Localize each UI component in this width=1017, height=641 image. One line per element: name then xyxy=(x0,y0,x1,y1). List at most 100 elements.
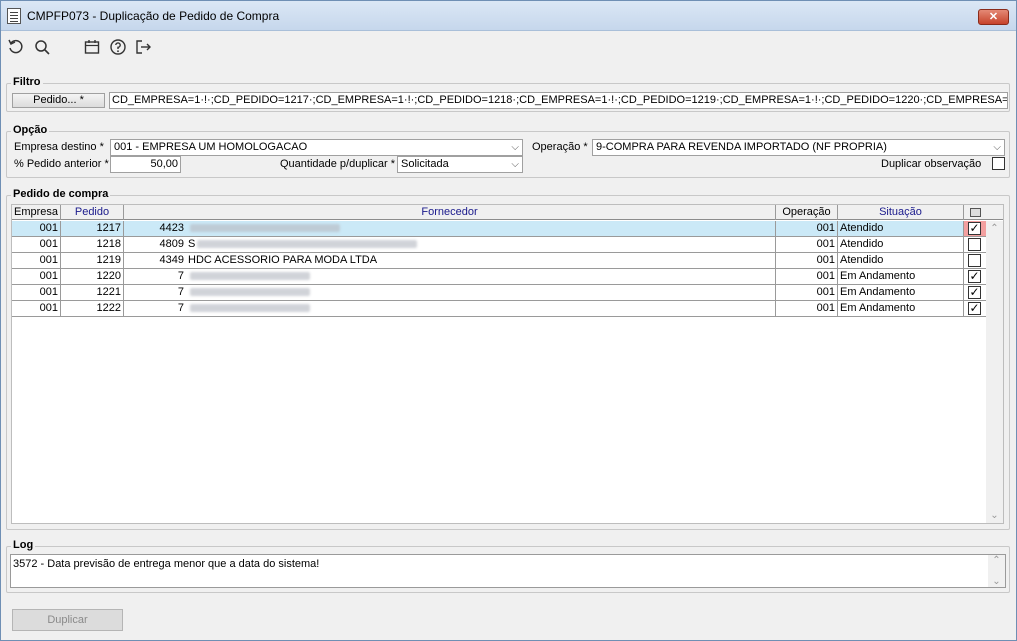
cell-select: ✓ xyxy=(964,285,986,301)
fornecedor-code: 7 xyxy=(177,302,184,314)
cell-fornecedor: 7 xyxy=(124,301,776,317)
fornecedor-code: 7 xyxy=(177,286,184,298)
cell-empresa: 001 xyxy=(12,221,61,237)
fornecedor-code: 4809 xyxy=(159,238,184,250)
col-fornecedor[interactable]: Fornecedor xyxy=(124,205,776,220)
filtro-title: Filtro xyxy=(11,76,43,88)
search-icon[interactable] xyxy=(33,38,51,56)
table-row[interactable]: 001 1218 4809 S 001 Atendido xyxy=(12,237,986,253)
scroll-up-icon[interactable]: ⌃ xyxy=(986,223,1003,234)
refresh-icon[interactable] xyxy=(7,38,25,56)
fornecedor-name: S xyxy=(188,238,196,250)
opcao-title: Opção xyxy=(11,124,50,136)
cell-select xyxy=(964,237,986,253)
close-button[interactable]: ✕ xyxy=(978,9,1009,25)
cell-empresa: 001 xyxy=(12,301,61,317)
operacao-select[interactable]: 9-COMPRA PARA REVENDA IMPORTADO (NF PROP… xyxy=(592,139,1005,156)
chevron-down-icon: ⌵ xyxy=(511,159,519,170)
fornecedor-code: 7 xyxy=(177,270,184,282)
col-operacao[interactable]: Operação xyxy=(776,205,838,220)
pedido-filter-button[interactable]: Pedido... * xyxy=(12,93,105,108)
cell-fornecedor: 7 xyxy=(124,285,776,301)
log-message: 3572 - Data previsão de entrega menor qu… xyxy=(13,558,320,570)
operacao-value: 9-COMPRA PARA REVENDA IMPORTADO (NF PROP… xyxy=(596,141,887,153)
cell-pedido: 1218 xyxy=(61,237,124,253)
cell-empresa: 001 xyxy=(12,237,61,253)
cell-fornecedor: 4349 HDC ACESSORIO PARA MODA LTDA xyxy=(124,253,776,269)
redacted-text xyxy=(190,272,310,281)
cell-operacao: 001 xyxy=(776,221,838,237)
cell-situacao: Em Andamento xyxy=(838,285,964,301)
cell-pedido: 1219 xyxy=(61,253,124,269)
select-all-checkbox[interactable] xyxy=(969,208,981,217)
cell-pedido: 1222 xyxy=(61,301,124,317)
empresa-destino-label: Empresa destino * xyxy=(14,141,104,153)
grid-header: Empresa Pedido Fornecedor Operação Situa… xyxy=(12,205,1003,220)
redacted-text xyxy=(190,224,340,233)
row-checkbox[interactable]: ✓ xyxy=(968,302,981,315)
cell-pedido: 1220 xyxy=(61,269,124,285)
pct-pedido-label: % Pedido anterior * xyxy=(14,158,109,170)
col-situacao[interactable]: Situação xyxy=(838,205,964,220)
table-row[interactable]: 001 1222 7 001 Em Andamento ✓ xyxy=(12,301,986,317)
title-bar: CMPFP073 - Duplicação de Pedido de Compr… xyxy=(1,1,1016,31)
table-row[interactable]: 001 1217 4423 001 Atendido ✓ xyxy=(12,221,986,237)
scroll-down-icon[interactable]: ⌄ xyxy=(988,576,1005,587)
row-checkbox[interactable] xyxy=(968,238,981,251)
cell-empresa: 001 xyxy=(12,285,61,301)
row-checkbox[interactable]: ✓ xyxy=(968,286,981,299)
cell-select: ✓ xyxy=(964,221,986,237)
quantidade-value: Solicitada xyxy=(401,158,449,170)
table-row[interactable]: 001 1219 4349 HDC ACESSORIO PARA MODA LTDA 0… xyxy=(12,253,986,269)
empresa-destino-select[interactable]: 001 - EMPRESA UM HOMOLOGACAO ⌵ xyxy=(110,139,523,156)
cell-fornecedor: 4809 S xyxy=(124,237,776,253)
cell-select: ✓ xyxy=(964,269,986,285)
cell-operacao: 001 xyxy=(776,237,838,253)
col-empresa[interactable]: Empresa xyxy=(12,205,61,220)
cell-situacao: Atendido xyxy=(838,221,964,237)
redacted-text xyxy=(197,240,418,249)
cell-operacao: 001 xyxy=(776,269,838,285)
duplicar-obs-label: Duplicar observação xyxy=(881,158,982,170)
quantidade-label: Quantidade p/duplicar * xyxy=(280,158,395,170)
row-checkbox[interactable]: ✓ xyxy=(968,222,981,235)
calendar-icon[interactable] xyxy=(83,38,101,56)
cell-select: ✓ xyxy=(964,301,986,317)
filter-text-field[interactable]: CD_EMPRESA=1·!·;CD_PEDIDO=1217·;CD_EMPRE… xyxy=(109,92,1008,109)
scroll-up-icon[interactable]: ⌃ xyxy=(988,555,1005,566)
chevron-down-icon: ⌵ xyxy=(993,142,1001,153)
log-text-area[interactable]: 3572 - Data previsão de entrega menor qu… xyxy=(10,554,1006,588)
cell-operacao: 001 xyxy=(776,253,838,269)
cell-empresa: 001 xyxy=(12,269,61,285)
col-select-all[interactable] xyxy=(964,205,986,220)
quantidade-select[interactable]: Solicitada ⌵ xyxy=(397,156,523,173)
duplicar-button[interactable]: Duplicar xyxy=(12,609,123,631)
col-pedido[interactable]: Pedido xyxy=(61,205,124,220)
log-scrollbar[interactable]: ⌃ ⌄ xyxy=(988,555,1005,587)
cell-fornecedor: 4423 xyxy=(124,221,776,237)
cell-situacao: Em Andamento xyxy=(838,301,964,317)
toolbar xyxy=(1,32,1016,62)
table-row[interactable]: 001 1220 7 001 Em Andamento ✓ xyxy=(12,269,986,285)
table-row[interactable]: 001 1221 7 001 Em Andamento ✓ xyxy=(12,285,986,301)
help-icon[interactable] xyxy=(109,38,127,56)
cell-pedido: 1221 xyxy=(61,285,124,301)
exit-icon[interactable] xyxy=(134,38,152,56)
cell-pedido: 1217 xyxy=(61,221,124,237)
cell-empresa: 001 xyxy=(12,253,61,269)
pedido-grid: Empresa Pedido Fornecedor Operação Situa… xyxy=(11,204,1004,524)
duplicar-obs-checkbox[interactable] xyxy=(992,157,1005,170)
row-checkbox[interactable]: ✓ xyxy=(968,270,981,283)
grid-scrollbar[interactable]: ⌃ ⌄ xyxy=(986,221,1003,523)
fornecedor-code: 4423 xyxy=(159,222,184,234)
cell-situacao: Atendido xyxy=(838,253,964,269)
cell-situacao: Em Andamento xyxy=(838,269,964,285)
scroll-down-icon[interactable]: ⌄ xyxy=(986,510,1003,521)
redacted-text xyxy=(190,304,310,313)
chevron-down-icon: ⌵ xyxy=(511,142,519,153)
pedido-title: Pedido de compra xyxy=(11,188,111,200)
row-checkbox[interactable] xyxy=(968,254,981,267)
cell-situacao: Atendido xyxy=(838,237,964,253)
pct-pedido-field[interactable]: 50,00 xyxy=(110,156,181,173)
cell-operacao: 001 xyxy=(776,285,838,301)
